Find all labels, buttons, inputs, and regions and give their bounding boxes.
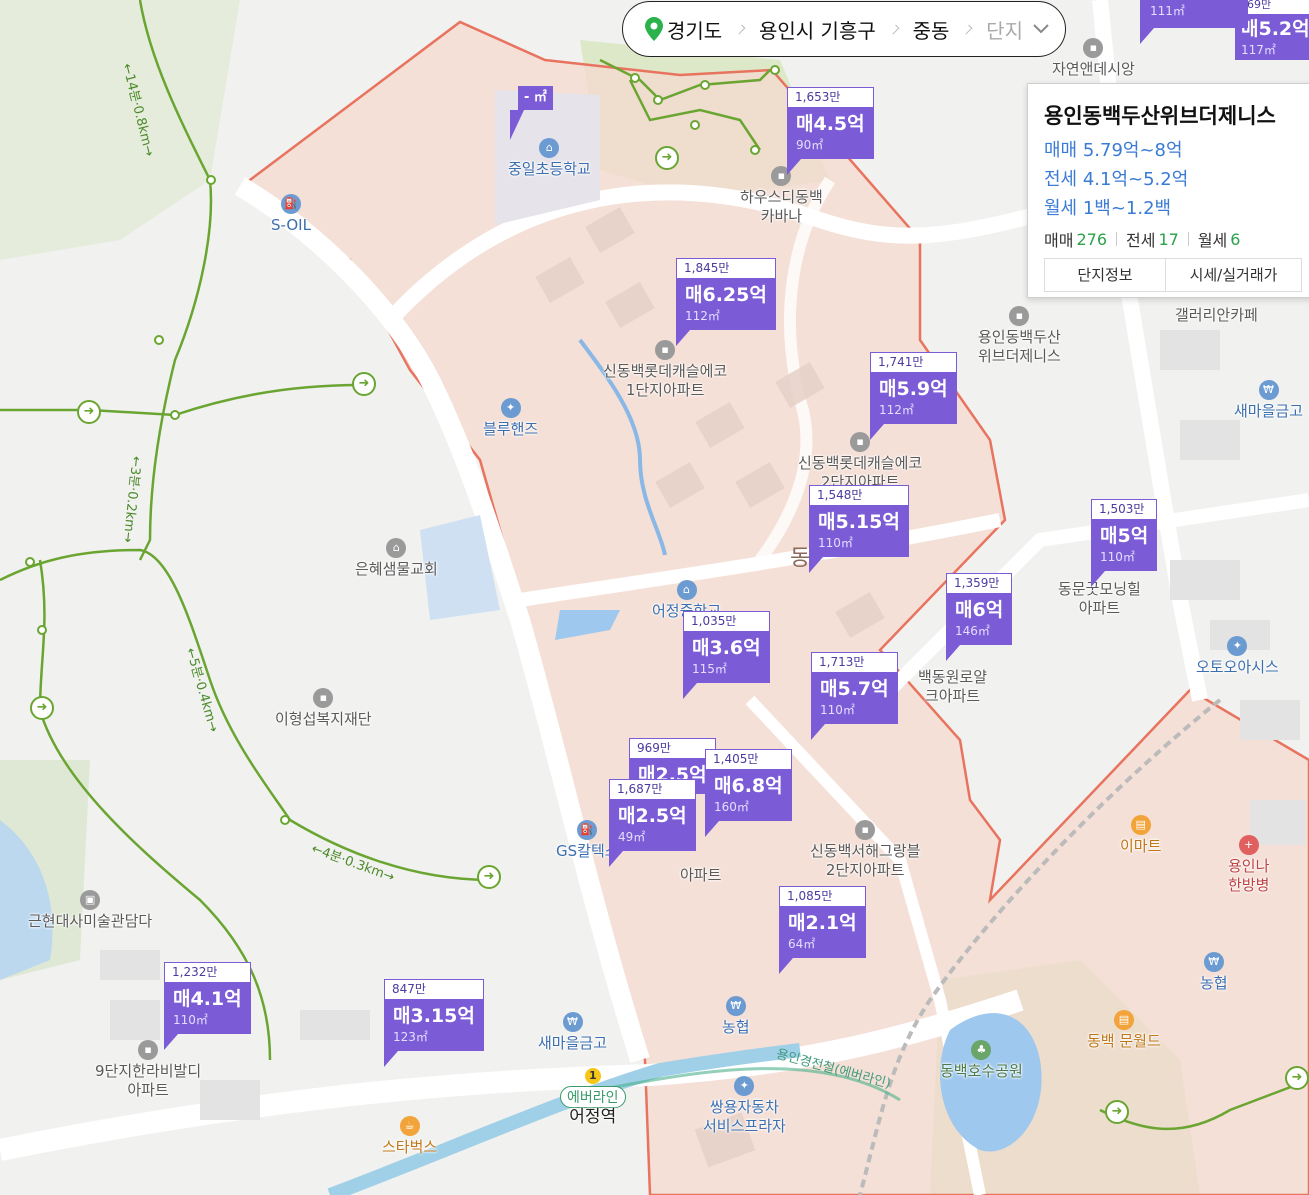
price-marker[interactable]: 1,359만 매6억 146㎡ [946, 573, 1013, 661]
price-marker[interactable]: - ㎡ [510, 86, 553, 140]
popup-listing-counts: 매매 276 전세 17 월세 6 [1044, 229, 1241, 251]
price-marker[interactable]: 1,713만 매5.7억 110㎡ [811, 652, 898, 740]
price-marker[interactable]: 1,687만 매2.5억 49㎡ [609, 779, 696, 867]
breadcrumb-dong[interactable]: 중동 [897, 15, 966, 44]
price-marker[interactable]: 1,085만 매2.1억 64㎡ [779, 886, 866, 974]
price-marker[interactable]: 1,503만 매5억 110㎡ [1091, 499, 1158, 587]
complex-info-button[interactable]: 단지정보 [1045, 259, 1165, 291]
price-marker[interactable]: 1,845만 매6.25억 112㎡ [676, 258, 776, 346]
breadcrumb-city[interactable]: 용인시 기흥구 [743, 15, 892, 44]
breadcrumb-province[interactable]: 경기도 [641, 15, 738, 44]
price-marker[interactable]: 847만 매3.15억 123㎡ [384, 979, 484, 1067]
chevron-down-icon [1033, 24, 1049, 34]
price-marker[interactable]: 1,548만 매5.15억 110㎡ [809, 485, 909, 573]
price-marker[interactable]: 1,741만 매5.9억 112㎡ [870, 352, 957, 440]
price-marker[interactable]: 1,405만 매6.8억 160㎡ [705, 749, 792, 837]
price-marker[interactable]: 1,035만 매3.6억 115㎡ [683, 611, 770, 699]
location-pin-icon [645, 17, 663, 41]
popup-jeonse-range: 전세 4.1억~5.2억 [1044, 169, 1189, 190]
popup-monthly-range: 월세 1백~1.2백 [1044, 198, 1172, 219]
complex-dropdown[interactable]: 단지 [970, 15, 1065, 44]
popup-title[interactable]: 용인동백두산위브더제니스 [1044, 100, 1309, 130]
price-marker[interactable]: 1,653만 매4.5억 90㎡ [787, 87, 874, 175]
price-history-button[interactable]: 시세/실거래가 [1165, 259, 1301, 291]
price-marker[interactable]: 111㎡ [1140, 0, 1248, 44]
region-breadcrumb: 경기도 용인시 기흥구 중동 단지 [622, 1, 1066, 57]
popup-sale-range: 매매 5.79억~8억 [1044, 140, 1183, 161]
complex-info-popup: 용인동백두산위브더제니스 매매 5.79억~8억 전세 4.1억~5.2억 월세… [1027, 83, 1309, 298]
price-marker[interactable]: 1,232만 매4.1억 110㎡ [164, 962, 251, 1050]
